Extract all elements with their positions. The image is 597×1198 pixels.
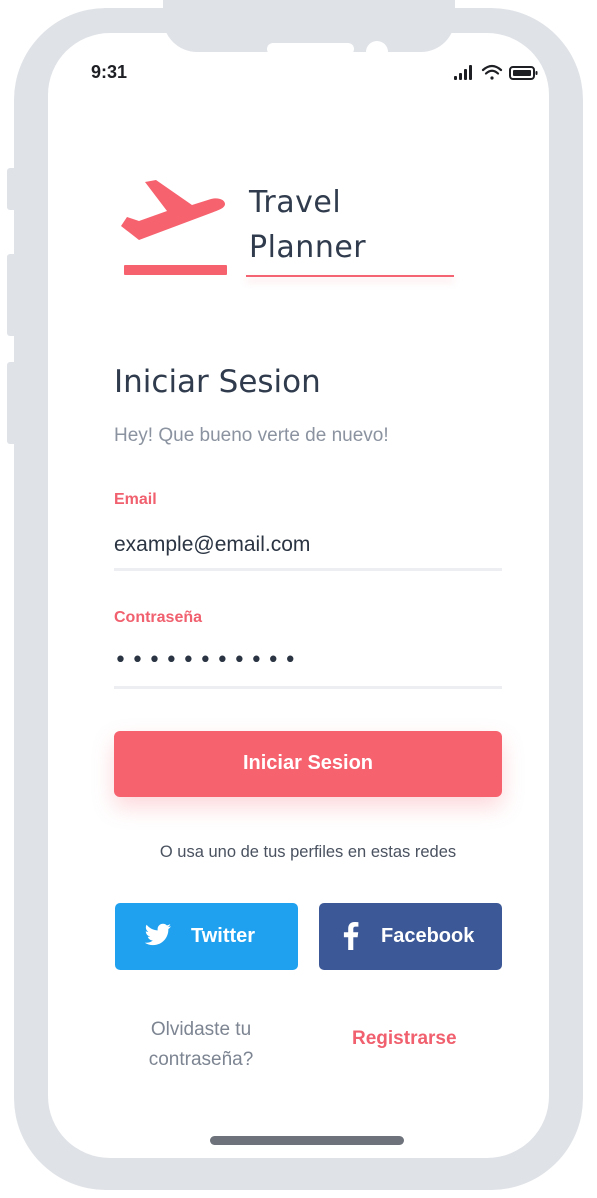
twitter-bird-icon <box>144 923 172 953</box>
password-field-underline <box>114 686 502 689</box>
password-field[interactable]: ••••••••••• <box>114 648 301 673</box>
facebook-f-icon <box>343 922 359 956</box>
register-link[interactable]: Registrarse <box>352 1028 457 1050</box>
wifi-icon <box>481 64 503 80</box>
forgot-password-link[interactable]: Olvidaste tu contraseña? <box>131 1015 271 1075</box>
email-field-underline <box>114 568 502 571</box>
email-label: Email <box>114 491 157 508</box>
login-button[interactable]: Iniciar Sesion <box>114 731 502 797</box>
password-label: Contraseña <box>114 609 203 626</box>
signal-bars-icon <box>454 65 472 80</box>
status-time: 9:31 <box>91 62 128 82</box>
airplane-departure-icon <box>119 180 229 280</box>
facebook-button-label: Facebook <box>381 925 475 947</box>
side-button-mute <box>7 168 14 210</box>
facebook-login-button[interactable]: Facebook <box>319 903 502 970</box>
speaker <box>267 43 354 55</box>
front-camera <box>366 41 388 63</box>
brand-name: Travel Planner <box>249 180 366 270</box>
brand-line-1: Travel <box>249 185 342 220</box>
twitter-login-button[interactable]: Twitter <box>115 903 298 970</box>
status-icons <box>452 63 547 83</box>
forgot-password-line-2: contraseña? <box>148 1049 254 1070</box>
battery-icon <box>509 66 538 80</box>
side-button-volume-up <box>7 254 14 336</box>
email-field[interactable]: example@email.com <box>114 533 310 557</box>
brand-underline <box>246 275 454 277</box>
twitter-button-label: Twitter <box>191 925 256 947</box>
home-indicator[interactable] <box>210 1136 404 1145</box>
page-subtitle: Hey! Que bueno verte de nuevo! <box>114 425 389 446</box>
side-button-volume-down <box>7 362 14 444</box>
social-login-prompt: O usa uno de tus perfiles en estas redes <box>159 843 457 861</box>
forgot-password-line-1: Olvidaste tu <box>150 1019 252 1040</box>
brand-line-2: Planner <box>249 230 367 265</box>
page-title: Iniciar Sesion <box>114 364 321 400</box>
